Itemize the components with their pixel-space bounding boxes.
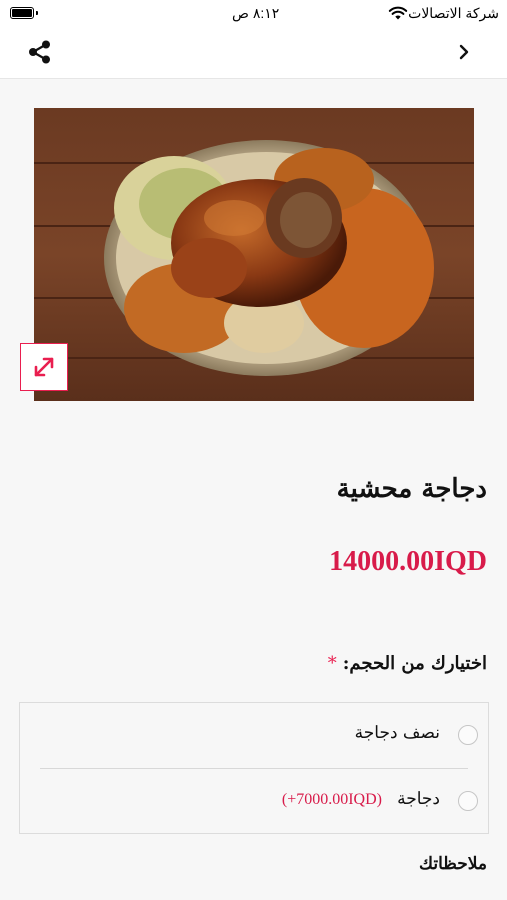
option-label: نصف دجاجة (354, 723, 440, 743)
product-title: دجاجة محشية (336, 474, 487, 504)
product-price: 14000.00IQD (329, 546, 487, 577)
product-image (34, 108, 474, 401)
size-options-group: نصف دجاجة دجاجة (+7000.00IQD) (19, 702, 489, 834)
size-option-label: اختيارك من الحجم:* (328, 653, 487, 674)
size-option-title: اختيارك من الحجم: (342, 653, 487, 674)
size-option-whole-chicken[interactable]: دجاجة (+7000.00IQD) (20, 769, 488, 834)
back-button[interactable] (452, 40, 476, 64)
battery-icon (10, 7, 34, 19)
navigation-bar (0, 28, 507, 79)
share-icon (29, 40, 50, 64)
radio-button[interactable] (458, 725, 478, 745)
option-extra-price: (+7000.00IQD) (281, 791, 382, 808)
share-button[interactable] (26, 38, 54, 66)
size-option-half-chicken[interactable]: نصف دجاجة (20, 703, 488, 768)
status-time: ٨:١٢ ص (232, 5, 280, 21)
product-photo (34, 108, 474, 401)
expand-image-button[interactable] (20, 343, 68, 391)
notes-label: ملاحظاتك (419, 854, 487, 874)
status-bar: ٨:١٢ ص شركة الاتصالات (0, 0, 507, 28)
required-mark: * (327, 653, 337, 674)
wifi-icon (388, 6, 408, 20)
carrier-name: شركة الاتصالات (408, 5, 499, 21)
expand-icon (34, 357, 54, 377)
chevron-right-icon (459, 44, 469, 60)
radio-button[interactable] (458, 791, 478, 811)
option-label: دجاجة (397, 789, 440, 809)
